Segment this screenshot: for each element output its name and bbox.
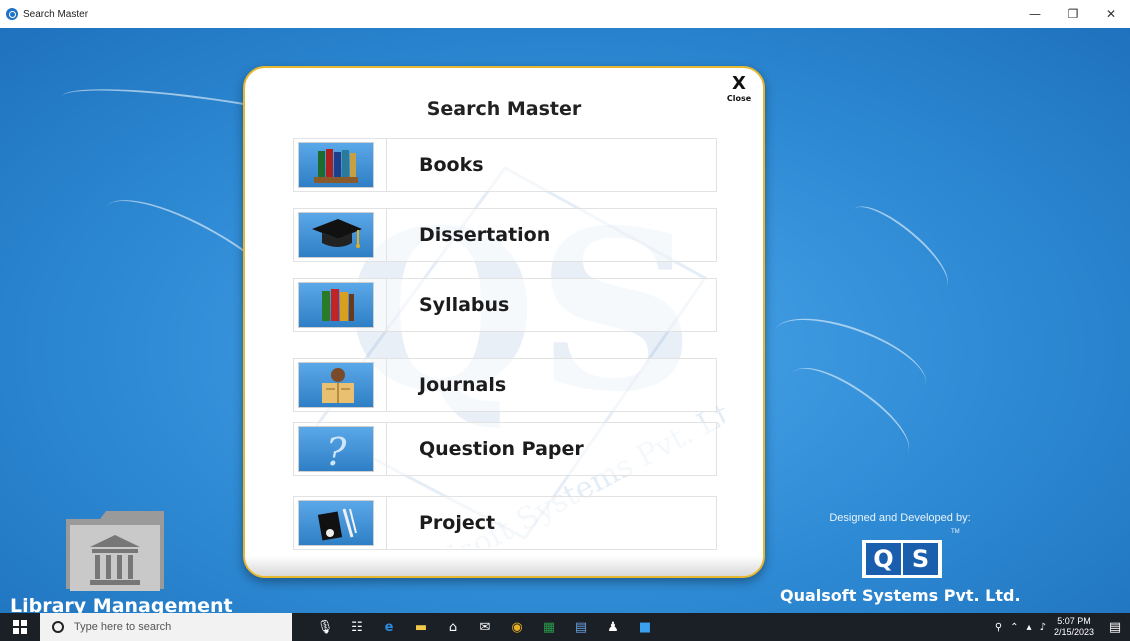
question-mark-icon: ?	[298, 426, 374, 472]
item-separator	[386, 279, 387, 331]
close-icon: X	[732, 73, 746, 94]
clock-date: 2/15/2023	[1053, 627, 1094, 637]
menu-item-label: Books	[419, 154, 484, 176]
company-name: Qualsoft Systems Pvt. Ltd.	[780, 586, 1021, 605]
project-icon	[298, 500, 374, 546]
volume-icon[interactable]: ♪	[1040, 622, 1046, 633]
store-icon[interactable]: ⌂	[444, 618, 462, 636]
window-controls: — ❐ ✕	[1016, 0, 1130, 28]
menu-item-dissertation[interactable]: Dissertation	[293, 208, 717, 262]
mail-icon[interactable]: ✉	[476, 618, 494, 636]
clock-time: 5:07 PM	[1057, 616, 1091, 626]
designed-by-text: Designed and Developed by:	[829, 512, 971, 524]
dialog-title: Search Master	[426, 98, 582, 120]
notepad-icon[interactable]: ▤	[572, 618, 590, 636]
taskbar-clock[interactable]: 5:07 PM 2/15/2023	[1054, 616, 1094, 638]
app-search-icon	[6, 8, 18, 20]
edge-icon[interactable]: e	[380, 618, 398, 636]
chrome-icon[interactable]: ◉	[508, 618, 526, 636]
menu-item-syllabus[interactable]: Syllabus	[293, 278, 717, 332]
menu-item-journals[interactable]: Journals	[293, 358, 717, 412]
window-title: Search Master	[23, 8, 89, 20]
search-master-dialog: QS Qualsoft Systems Pvt. Ltd. Search Mas…	[243, 66, 765, 578]
restore-button[interactable]: ❐	[1054, 0, 1092, 28]
menu-item-label: Syllabus	[419, 294, 510, 316]
taskbar-search-box[interactable]: Type here to search	[40, 613, 292, 641]
trademark-text: TM	[951, 529, 960, 535]
logo-s: S	[903, 543, 938, 575]
qs-logo: Q S	[862, 540, 942, 578]
file-explorer-icon[interactable]: ▬	[412, 618, 430, 636]
menu-item-label: Journals	[419, 374, 507, 396]
window-close-button[interactable]: ✕	[1092, 0, 1130, 28]
menu-item-label: Project	[419, 512, 496, 534]
menu-item-books[interactable]: Books	[293, 138, 717, 192]
excel-icon[interactable]: ▦	[540, 618, 558, 636]
menu-item-label: Question Paper	[419, 438, 584, 460]
library-management-label: Library Management	[10, 595, 233, 613]
item-separator	[386, 209, 387, 261]
item-separator	[386, 497, 387, 549]
dialog-close-button[interactable]: X Close	[723, 74, 755, 112]
library-building-icon[interactable]	[60, 505, 170, 595]
minimize-button[interactable]: —	[1016, 0, 1054, 28]
start-button[interactable]	[0, 613, 40, 641]
menu-item-question-paper[interactable]: ? Question Paper	[293, 422, 717, 476]
window-titlebar: Search Master — ❐ ✕	[0, 0, 1130, 28]
search-placeholder: Type here to search	[74, 621, 172, 633]
journal-reader-icon	[298, 362, 374, 408]
windows-logo-icon	[13, 620, 27, 634]
logo-q: Q	[866, 543, 901, 575]
graduation-cap-icon	[298, 212, 374, 258]
system-tray: ⚲ ⌃ ▴ ♪ 5:07 PM 2/15/2023 ▤	[995, 613, 1130, 641]
chevron-up-icon[interactable]: ⌃	[1010, 622, 1018, 633]
cortana-icon	[52, 621, 64, 633]
active-app-icon[interactable]: ■	[636, 618, 654, 636]
notification-icon[interactable]: ▤	[1104, 613, 1126, 641]
task-view-icon[interactable]: ☷	[348, 618, 366, 636]
network-icon[interactable]: ▴	[1027, 622, 1032, 633]
books-icon	[298, 142, 374, 188]
menu-item-label: Dissertation	[419, 224, 551, 246]
dialog-bottom-strip	[245, 556, 763, 576]
item-separator	[386, 359, 387, 411]
taskbar-pinned-apps: 🎙 ☷ e ▬ ⌂ ✉ ◉ ▦ ▤ ♟ ■	[316, 618, 654, 636]
close-label: Close	[726, 94, 752, 103]
svg-text:?: ?	[326, 430, 347, 469]
people-icon[interactable]: ⚲	[995, 622, 1002, 633]
item-separator	[386, 139, 387, 191]
microphone-icon[interactable]: 🎙	[316, 618, 334, 636]
app-person-icon[interactable]: ♟	[604, 618, 622, 636]
syllabus-books-icon	[298, 282, 374, 328]
menu-item-project[interactable]: Project	[293, 496, 717, 550]
taskbar: Type here to search 🎙 ☷ e ▬ ⌂ ✉ ◉ ▦ ▤ ♟ …	[0, 613, 1130, 641]
light-streak	[841, 194, 959, 302]
item-separator	[386, 423, 387, 475]
